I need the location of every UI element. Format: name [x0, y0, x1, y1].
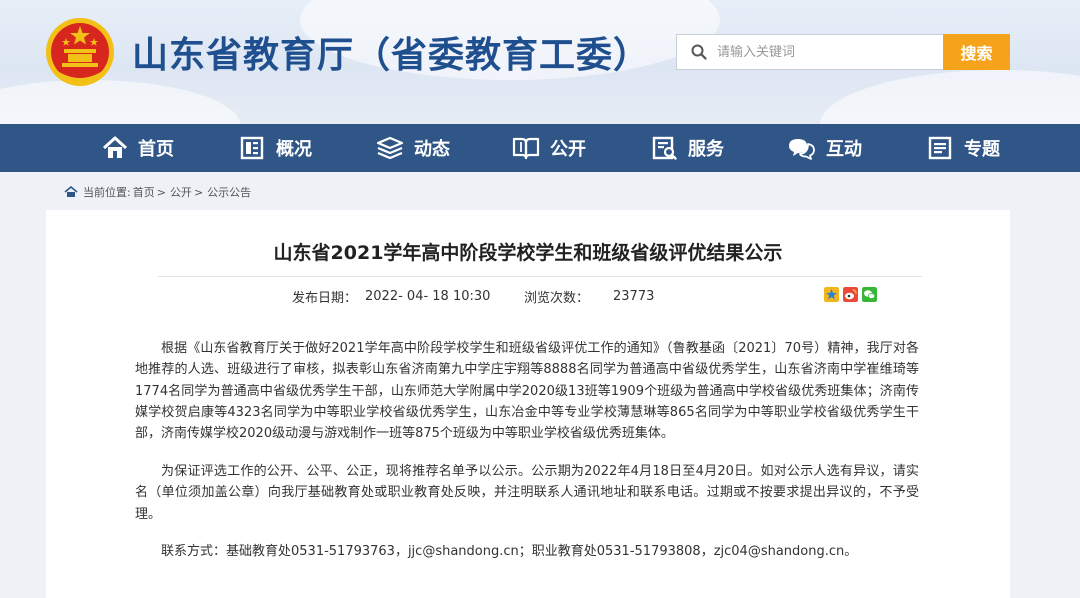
breadcrumb-link-open[interactable]: 公开 — [170, 184, 192, 200]
search-button[interactable]: 搜索 — [943, 34, 1010, 70]
wechat-share-icon[interactable] — [862, 287, 877, 302]
title-divider — [158, 276, 922, 277]
share-buttons — [824, 287, 877, 302]
home-small-icon — [64, 186, 78, 197]
breadcrumb-link-home[interactable]: 首页 — [133, 184, 155, 200]
header-cloud-decoration — [0, 80, 240, 124]
main-nav: 首页 概况 动态 公开 服务 互动 专题 — [0, 124, 1080, 172]
nav-label: 首页 — [138, 139, 174, 160]
national-emblem-icon[interactable] — [44, 16, 116, 88]
nav-item-news[interactable]: 动态 — [376, 124, 450, 172]
article-paragraph: 根据《山东省教育厅关于做好2021学年高中阶段学校学生和班级省级评优工作的通知》… — [135, 341, 919, 442]
open-book-icon — [512, 137, 540, 160]
chat-icon — [789, 139, 815, 160]
nav-item-open[interactable]: 公开 — [512, 124, 586, 172]
overview-icon — [240, 136, 264, 160]
nav-item-interact[interactable]: 互动 — [786, 124, 862, 172]
qzone-share-icon[interactable] — [824, 287, 839, 302]
site-header: 山东省教育厅（省委教育工委） 搜索 — [0, 0, 1080, 124]
search-box — [676, 34, 944, 70]
nav-item-home[interactable]: 首页 — [102, 124, 174, 172]
weibo-share-icon[interactable] — [843, 287, 858, 302]
article-paragraph: 为保证评选工作的公开、公平、公正，现将推荐名单予以公示。公示期为2022年4月1… — [135, 464, 919, 522]
publish-date-label: 发布日期： — [292, 290, 358, 306]
nav-label: 概况 — [276, 139, 312, 160]
breadcrumb: 当前位置: 首页 > 公开 > 公示公告 — [64, 183, 251, 201]
publish-date: 发布日期： 2022- 04- 18 10:30 — [292, 286, 490, 306]
breadcrumb-separator: > — [156, 185, 166, 199]
nav-label: 动态 — [414, 139, 450, 160]
search-input[interactable] — [717, 44, 917, 60]
header-cloud-decoration — [820, 70, 1080, 124]
site-title[interactable]: 山东省教育厅（省委教育工委） — [132, 26, 650, 78]
contact-paragraph: 联系方式：基础教育处0531-51793763，jjc@shandong.cn；… — [161, 544, 858, 559]
nav-item-overview[interactable]: 概况 — [240, 124, 312, 172]
article-title: 山东省2021学年高中阶段学校学生和班级省级评优结果公示 — [273, 242, 783, 264]
nav-label: 服务 — [688, 139, 724, 160]
breadcrumb-separator: > — [193, 185, 204, 199]
home-icon — [102, 136, 128, 158]
breadcrumb-link-notice[interactable]: 公示公告 — [207, 184, 251, 200]
article-panel: 山东省2021学年高中阶段学校学生和班级省级评优结果公示 发布日期： 2022-… — [46, 210, 1010, 598]
view-count-label: 浏览次数： — [524, 290, 590, 306]
nav-item-service[interactable]: 服务 — [652, 124, 724, 172]
search-icon — [691, 44, 707, 60]
nav-item-topic[interactable]: 专题 — [928, 124, 1000, 172]
nav-label: 互动 — [826, 139, 862, 160]
topic-icon — [928, 136, 952, 160]
news-stack-icon — [376, 136, 404, 160]
view-count-value: 23773 — [613, 288, 655, 304]
nav-label: 专题 — [964, 139, 1000, 160]
publish-date-value: 2022- 04- 18 10:30 — [365, 288, 491, 304]
view-count: 浏览次数： 23773 — [524, 286, 654, 306]
nav-label: 公开 — [550, 139, 586, 160]
service-icon — [652, 136, 677, 160]
breadcrumb-prefix: 当前位置: — [83, 186, 131, 199]
